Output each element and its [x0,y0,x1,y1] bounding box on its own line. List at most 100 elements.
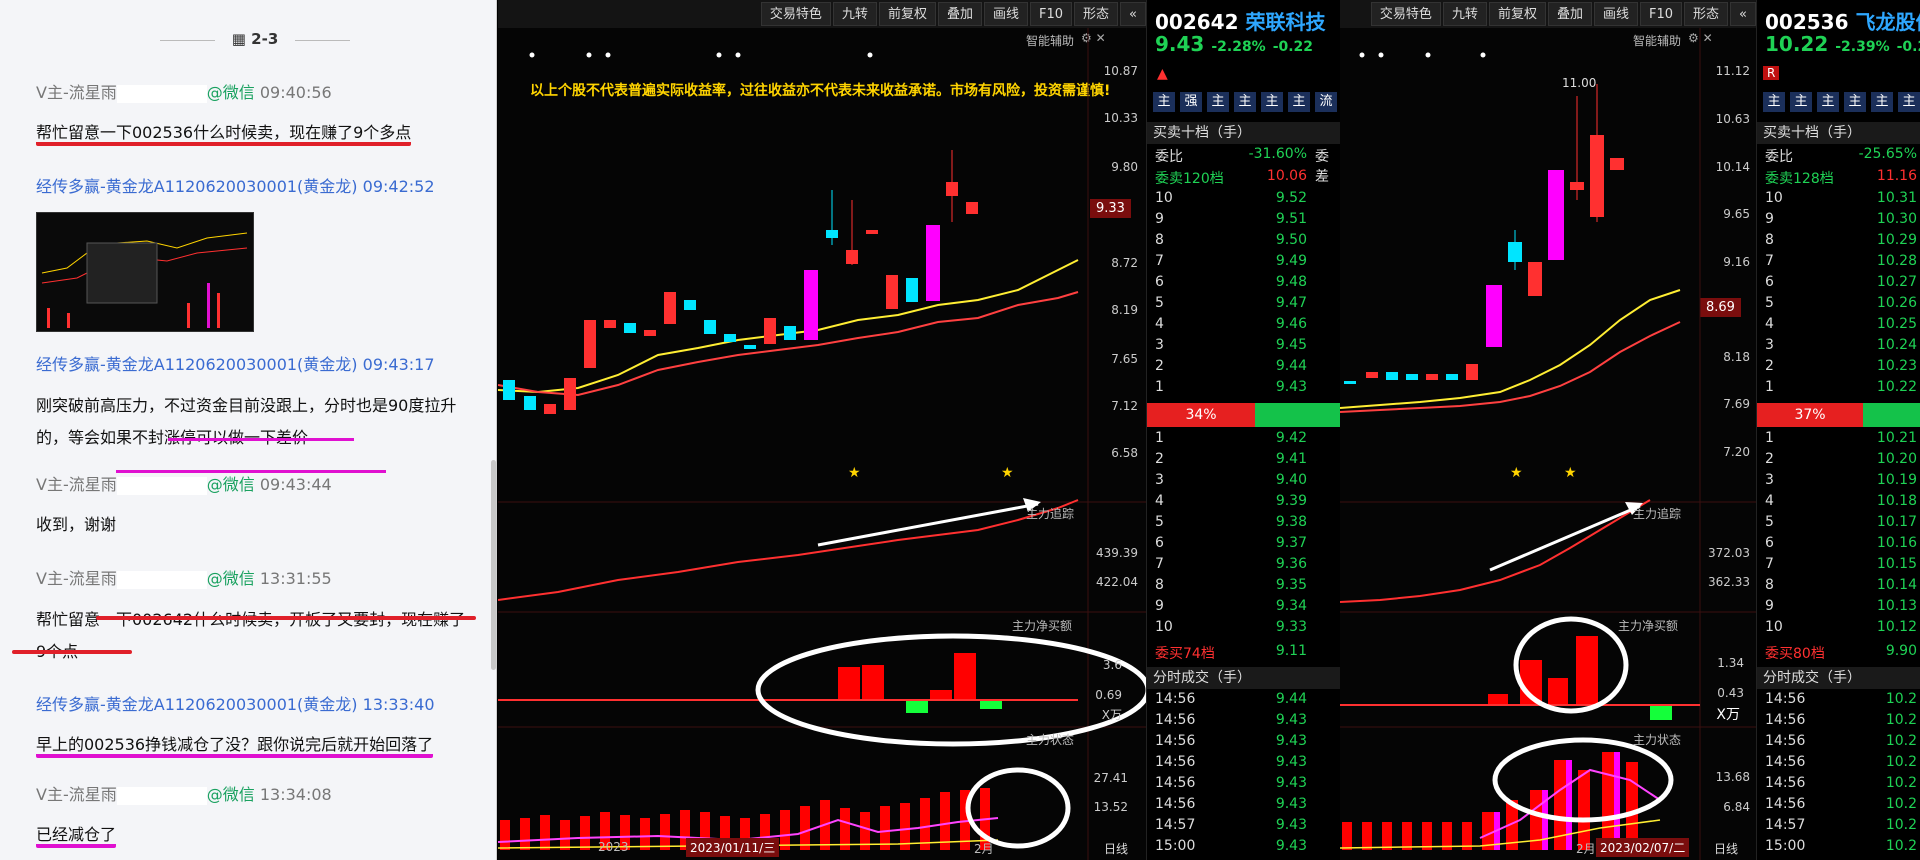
func-button[interactable]: 主 [1261,92,1283,112]
row-price: 9.51 [1275,211,1307,227]
func-button[interactable]: 主 [1207,92,1229,112]
order-row[interactable]: 14:56 9.43 [1147,754,1340,775]
order-row[interactable]: 4 10.18 [1757,493,1920,514]
row-price: 9.44 [1275,358,1307,374]
func-button[interactable]: 主 [1153,92,1175,112]
message-text[interactable]: 早上的002536挣钱减仓了没？跟你说完后就开始回落了 [36,735,434,758]
order-row[interactable]: 1 10.22 [1757,379,1920,400]
order-row[interactable]: 14:56 10.2 [1757,733,1920,754]
order-row[interactable]: 10 10.31 [1757,190,1920,211]
order-row[interactable]: 8 9.50 [1147,232,1340,253]
order-row[interactable]: 10 10.12 [1757,619,1920,640]
order-row[interactable]: 1 10.21 [1757,430,1920,451]
order-row[interactable]: 6 9.48 [1147,274,1340,295]
message-text[interactable]: 帮忙留意一下002642什么时候卖，开板了又要封，现在赚了 [36,604,476,636]
func-button[interactable]: 主 [1288,92,1310,112]
row-label: 14:56 [1155,775,1196,791]
kline-chart-2: ★ ★ [1340,28,1756,860]
order-row[interactable]: 14:56 10.2 [1757,712,1920,733]
chat-scrollbar[interactable] [491,460,496,670]
message-sender: V主-流星雨 @微信 13:31:55 [36,569,332,589]
order-row[interactable]: 10 9.52 [1147,190,1340,211]
chart-thumbnail-image[interactable] [36,212,254,332]
indicator-label[interactable]: 主力状态 [1633,731,1681,748]
row-price: 9.43 [1275,379,1307,395]
order-row[interactable]: 2 10.20 [1757,451,1920,472]
row-label: 7 [1155,556,1164,572]
order-row[interactable]: 14:56 10.2 [1757,796,1920,817]
row-label: 14:56 [1765,712,1806,728]
order-row[interactable]: 4 9.46 [1147,316,1340,337]
order-row[interactable]: 14:56 9.43 [1147,712,1340,733]
func-button[interactable]: 主 [1898,92,1920,112]
order-row[interactable]: 9 9.34 [1147,598,1340,619]
order-row[interactable]: 15:00 10.2 [1757,838,1920,859]
message-text[interactable]: 帮忙留意一下002536什么时候卖，现在赚了9个多点 [36,123,412,146]
order-row[interactable]: 14:56 10.2 [1757,754,1920,775]
order-row[interactable]: 9 9.51 [1147,211,1340,232]
period-button[interactable]: 日线 [1714,840,1738,857]
redacted-mask [116,786,207,805]
message-text[interactable]: 已经减仓了 [36,825,117,848]
order-row[interactable]: 10 9.33 [1147,619,1340,640]
order-row[interactable]: 9 10.13 [1757,598,1920,619]
order-row[interactable]: 5 9.47 [1147,295,1340,316]
indicator-label[interactable]: 主力追踪 [1026,505,1074,522]
order-row[interactable]: 14:56 10.2 [1757,775,1920,796]
order-row[interactable]: 1 9.42 [1147,430,1340,451]
row-price: 10.24 [1876,337,1917,353]
func-button[interactable]: 主 [1790,92,1812,112]
func-button[interactable]: 强 [1180,92,1202,112]
trades-header: 分时成交（手） [1147,667,1340,689]
order-row[interactable]: 4 10.25 [1757,316,1920,337]
order-row[interactable]: 14:57 9.43 [1147,817,1340,838]
order-row[interactable]: 4 9.39 [1147,493,1340,514]
order-row[interactable]: 8 9.35 [1147,577,1340,598]
message-text[interactable]: 刚突破前高压力，不过资金目前没跟上，分时也是90度拉升 [36,390,476,422]
order-row[interactable]: 14:56 10.2 [1757,691,1920,712]
order-row[interactable]: 14:56 9.43 [1147,733,1340,754]
indicator-label[interactable]: 主力状态 [1026,731,1074,748]
order-row[interactable]: 6 10.16 [1757,535,1920,556]
func-button[interactable]: 流 [1315,92,1337,112]
row-price: 10.2 [1885,838,1917,854]
order-row[interactable]: 2 10.23 [1757,358,1920,379]
order-row[interactable]: 6 10.27 [1757,274,1920,295]
order-row[interactable]: 3 10.19 [1757,472,1920,493]
indicator-label[interactable]: 主力净买额 [1618,617,1678,634]
order-row[interactable]: 15:00 9.43 [1147,838,1340,859]
row-label: 14:56 [1155,796,1196,812]
row-label: 8 [1155,577,1164,593]
period-button[interactable]: 日线 [1104,840,1128,857]
order-row[interactable]: 3 10.24 [1757,337,1920,358]
order-row[interactable]: 3 9.40 [1147,472,1340,493]
order-row[interactable]: 1 9.43 [1147,379,1340,400]
order-row[interactable]: 7 10.28 [1757,253,1920,274]
message-text[interactable]: 收到，谢谢 [36,515,116,534]
order-row[interactable]: 7 9.49 [1147,253,1340,274]
order-row[interactable]: 14:56 9.44 [1147,691,1340,712]
func-button[interactable]: 主 [1817,92,1839,112]
func-button[interactable]: 主 [1763,92,1785,112]
order-row[interactable]: 2 9.41 [1147,451,1340,472]
order-row[interactable]: 9 10.30 [1757,211,1920,232]
func-button[interactable]: 主 [1844,92,1866,112]
order-row[interactable]: 7 9.36 [1147,556,1340,577]
chat-message: V主-流星雨 @微信 13:34:08 已经减仓了 [36,780,476,850]
order-row[interactable]: 5 10.17 [1757,514,1920,535]
order-row[interactable]: 2 9.44 [1147,358,1340,379]
func-button[interactable]: 主 [1871,92,1893,112]
order-row[interactable]: 5 10.26 [1757,295,1920,316]
order-row[interactable]: 3 9.45 [1147,337,1340,358]
order-row[interactable]: 7 10.15 [1757,556,1920,577]
order-row[interactable]: 5 9.38 [1147,514,1340,535]
order-row[interactable]: 14:57 10.2 [1757,817,1920,838]
func-button[interactable]: 主 [1234,92,1256,112]
order-row[interactable]: 14:56 9.43 [1147,796,1340,817]
indicator-label[interactable]: 主力净买额 [1012,617,1072,634]
order-row[interactable]: 14:56 9.43 [1147,775,1340,796]
order-row[interactable]: 6 9.37 [1147,535,1340,556]
indicator-label[interactable]: 主力追踪 [1633,505,1681,522]
order-row[interactable]: 8 10.14 [1757,577,1920,598]
order-row[interactable]: 8 10.29 [1757,232,1920,253]
